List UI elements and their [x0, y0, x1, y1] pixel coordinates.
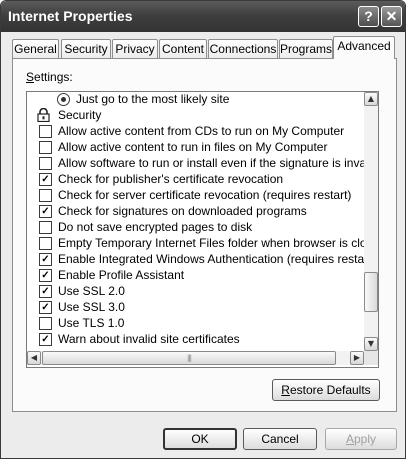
settings-label-text: ettings: — [34, 70, 73, 84]
checkbox-checked[interactable]: ✓ — [39, 285, 52, 298]
checkbox-unchecked[interactable] — [39, 125, 52, 138]
internet-properties-dialog: Internet Properties ? ✕ General Security… — [0, 0, 406, 459]
checkbox-unchecked[interactable] — [39, 317, 52, 330]
apply-button[interactable]: Apply — [325, 428, 397, 450]
settings-option-label: Use SSL 3.0 — [58, 300, 125, 314]
apply-label: pply — [354, 432, 377, 446]
settings-label-hotkey: S — [26, 70, 35, 84]
tab-connections[interactable]: Connections — [208, 39, 278, 58]
window-title: Internet Properties — [8, 8, 133, 24]
settings-list[interactable]: Just go to the most likely site Security A… — [26, 91, 379, 368]
checkbox-checked[interactable]: ✓ — [39, 205, 52, 218]
scroll-down-arrow-icon[interactable]: ▼ — [364, 337, 378, 351]
ok-button[interactable]: OK — [163, 428, 237, 450]
scroll-left-arrow-icon[interactable]: ◀ — [27, 351, 41, 365]
horizontal-scroll-thumb[interactable]: ||| — [42, 351, 336, 365]
checkbox-unchecked[interactable] — [39, 141, 52, 154]
settings-option-label: Allow active content from CDs to run on … — [58, 124, 345, 138]
vertical-scrollbar[interactable]: ▲ ▼ — [364, 92, 378, 351]
tab-advanced[interactable]: Advanced — [333, 36, 395, 59]
checkbox-unchecked[interactable] — [39, 189, 52, 202]
cancel-button[interactable]: Cancel — [243, 428, 317, 450]
settings-option-label: Enable Integrated Windows Authentication… — [58, 252, 376, 266]
help-button[interactable]: ? — [358, 6, 379, 27]
checkbox-unchecked[interactable] — [39, 237, 52, 250]
settings-option-label: Check for publisher's certificate revoca… — [58, 172, 284, 186]
checkbox-unchecked[interactable] — [39, 157, 52, 170]
lock-icon — [37, 107, 50, 123]
restore-defaults-button[interactable]: Restore Defaults — [272, 379, 380, 401]
vertical-scroll-thumb[interactable] — [364, 272, 378, 312]
restore-defaults-hotkey: R — [281, 383, 290, 397]
settings-option-label: Use SSL 2.0 — [58, 284, 125, 298]
advanced-tab-panel: Settings: Just go to the most likely sit… — [12, 58, 397, 412]
scroll-right-arrow-icon[interactable]: ▶ — [350, 351, 364, 365]
checkbox-unchecked[interactable] — [39, 221, 52, 234]
settings-option-label: Check for signatures on downloaded progr… — [58, 204, 307, 218]
checkbox-checked[interactable]: ✓ — [39, 253, 52, 266]
tab-general[interactable]: General — [12, 39, 59, 58]
checkbox-checked[interactable]: ✓ — [39, 173, 52, 186]
tab-content[interactable]: Content — [159, 39, 207, 58]
checkbox-checked[interactable]: ✓ — [39, 269, 52, 282]
settings-option-label: Allow active content to run in files on … — [58, 140, 328, 154]
tab-security[interactable]: Security — [61, 39, 111, 58]
tab-programs[interactable]: Programs — [279, 39, 333, 58]
radio-button-selected[interactable] — [57, 93, 70, 106]
settings-option-label: Use TLS 1.0 — [58, 316, 125, 330]
scroll-up-arrow-icon[interactable]: ▲ — [364, 92, 378, 106]
settings-option-label: Just go to the most likely site — [76, 92, 230, 106]
apply-hotkey: A — [345, 432, 354, 446]
settings-option-label: Enable Profile Assistant — [58, 268, 185, 282]
settings-option-label: Security — [58, 108, 102, 122]
restore-defaults-label: estore Defaults — [289, 383, 371, 397]
settings-option-label: Do not save encrypted pages to disk — [58, 220, 253, 234]
settings-option-label: Check for server certificate revocation … — [58, 188, 352, 202]
settings-option-label: Empty Temporary Internet Files folder wh… — [58, 236, 379, 250]
settings-option-label: Allow software to run or install even if… — [58, 156, 379, 170]
horizontal-scrollbar[interactable]: ◀ ||| ▶ — [27, 351, 364, 365]
tab-privacy[interactable]: Privacy — [112, 39, 158, 58]
settings-label: Settings: — [26, 70, 73, 84]
close-button[interactable]: ✕ — [381, 6, 402, 27]
title-bar[interactable]: Internet Properties ? ✕ — [1, 1, 405, 32]
checkbox-checked[interactable]: ✓ — [39, 301, 52, 314]
scrollbar-corner — [364, 351, 378, 365]
settings-option-label: Warn about invalid site certificates — [58, 332, 240, 346]
checkbox-checked[interactable]: ✓ — [39, 333, 52, 346]
